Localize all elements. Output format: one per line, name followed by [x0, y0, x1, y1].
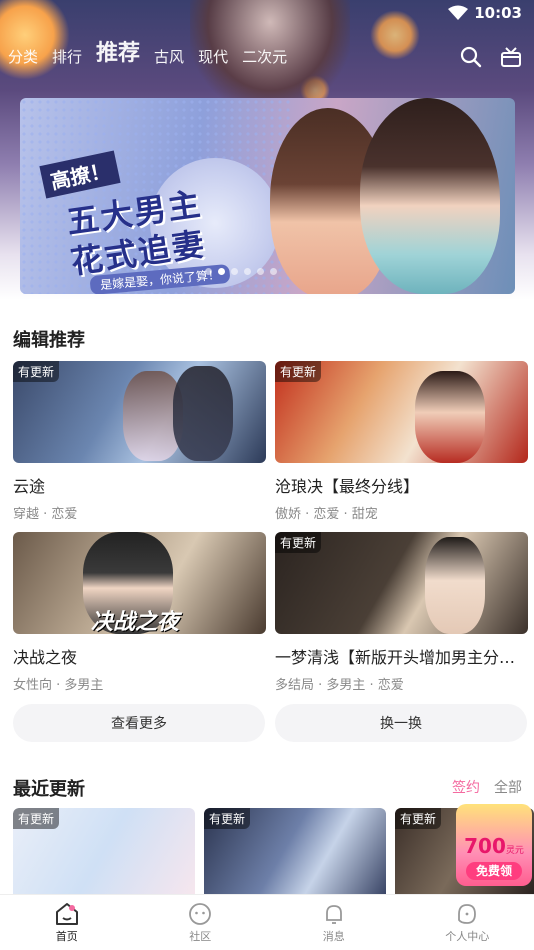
- nav-tab-category[interactable]: 分类: [8, 46, 38, 68]
- story-tags: 多结局 · 多男主 · 恋爱: [275, 674, 528, 693]
- featured-banner[interactable]: 高撩！ 五大男主 花式追妻 是嫁是娶，你说了算！: [20, 98, 515, 294]
- story-tags: 女性向 · 多男主: [13, 674, 266, 693]
- tab-profile[interactable]: 个人中心: [401, 895, 534, 950]
- top-actions: [460, 46, 522, 68]
- story-cover: 决战之夜: [13, 532, 266, 634]
- section-title-recent: 最近更新: [13, 775, 85, 801]
- bottom-tab-bar: 首页 社区 消息 个人中心: [0, 894, 534, 950]
- gift-box-icon[interactable]: [500, 46, 522, 68]
- tab-label: 消息: [323, 928, 345, 944]
- tab-community[interactable]: 社区: [134, 895, 268, 950]
- nav-tab-ancient[interactable]: 古风: [154, 46, 184, 68]
- story-title: 沧琅决【最终分线】: [275, 473, 528, 497]
- bell-icon: [322, 902, 346, 926]
- top-nav: 分类 排行 推荐 古风 现代 二次元: [8, 40, 287, 68]
- story-cover: 有更新: [275, 361, 528, 463]
- coupon-float[interactable]: 700灵元券 免费领: [456, 800, 532, 886]
- tab-messages[interactable]: 消息: [267, 895, 401, 950]
- story-card[interactable]: 有更新 一梦清浅【新版开头增加男主分线… 多结局 · 多男主 · 恋爱: [275, 532, 528, 693]
- refresh-button[interactable]: 换一换: [275, 704, 527, 742]
- see-more-button[interactable]: 查看更多: [13, 704, 265, 742]
- story-card[interactable]: 有更新 沧琅决【最终分线】 傲娇 · 恋爱 · 甜宠: [275, 361, 528, 522]
- recent-story-card[interactable]: 有更新: [204, 808, 386, 894]
- story-cover: 有更新: [275, 532, 528, 634]
- pagination-dot: [257, 268, 264, 275]
- tab-home[interactable]: 首页: [0, 895, 134, 950]
- community-icon: [188, 902, 212, 926]
- pagination-dot: [205, 268, 212, 275]
- status-time: 10:03: [474, 4, 522, 22]
- tab-label: 社区: [189, 928, 211, 944]
- pagination-dot: [270, 268, 277, 275]
- section-title-editor-picks: 编辑推荐: [13, 326, 85, 352]
- pagination-dot: [244, 268, 251, 275]
- nav-tab-ranking[interactable]: 排行: [52, 46, 82, 68]
- coupon-cta: 免费领: [466, 862, 522, 880]
- story-card[interactable]: 决战之夜 决战之夜 女性向 · 多男主: [13, 532, 266, 693]
- tab-label: 个人中心: [445, 928, 489, 944]
- home-icon: [54, 902, 80, 926]
- status-bar: 10:03: [448, 4, 522, 22]
- pagination-dot-active: [218, 268, 225, 275]
- story-tags: 傲娇 · 恋爱 · 甜宠: [275, 503, 528, 522]
- story-tags: 穿越 · 恋爱: [13, 503, 266, 522]
- tab-label: 首页: [56, 928, 78, 944]
- profile-icon: [455, 902, 479, 926]
- story-title: 云途: [13, 473, 266, 497]
- story-title: 一梦清浅【新版开头增加男主分线…: [275, 644, 528, 668]
- nav-tab-anime[interactable]: 二次元: [242, 46, 287, 68]
- update-badge: 有更新: [395, 808, 441, 829]
- search-icon[interactable]: [460, 46, 482, 68]
- coupon-amount: 700: [464, 834, 506, 858]
- update-badge: 有更新: [204, 808, 250, 829]
- update-badge: 有更新: [275, 532, 321, 553]
- link-signed[interactable]: 签约: [452, 777, 480, 797]
- update-badge: 有更新: [13, 361, 59, 382]
- update-badge: 有更新: [275, 361, 321, 382]
- recent-story-card[interactable]: 有更新: [13, 808, 195, 894]
- link-all[interactable]: 全部: [494, 777, 522, 797]
- banner-pagination: [205, 268, 277, 275]
- story-title: 决战之夜: [13, 644, 266, 668]
- nav-tab-modern[interactable]: 现代: [198, 46, 228, 68]
- update-badge: 有更新: [13, 808, 59, 829]
- pagination-dot: [231, 268, 238, 275]
- wifi-icon: [448, 5, 468, 21]
- story-cover: 有更新: [13, 361, 266, 463]
- nav-tab-recommend[interactable]: 推荐: [96, 40, 140, 68]
- recent-filter-links: 签约 全部: [452, 777, 522, 797]
- story-card[interactable]: 有更新 云途 穿越 · 恋爱: [13, 361, 266, 522]
